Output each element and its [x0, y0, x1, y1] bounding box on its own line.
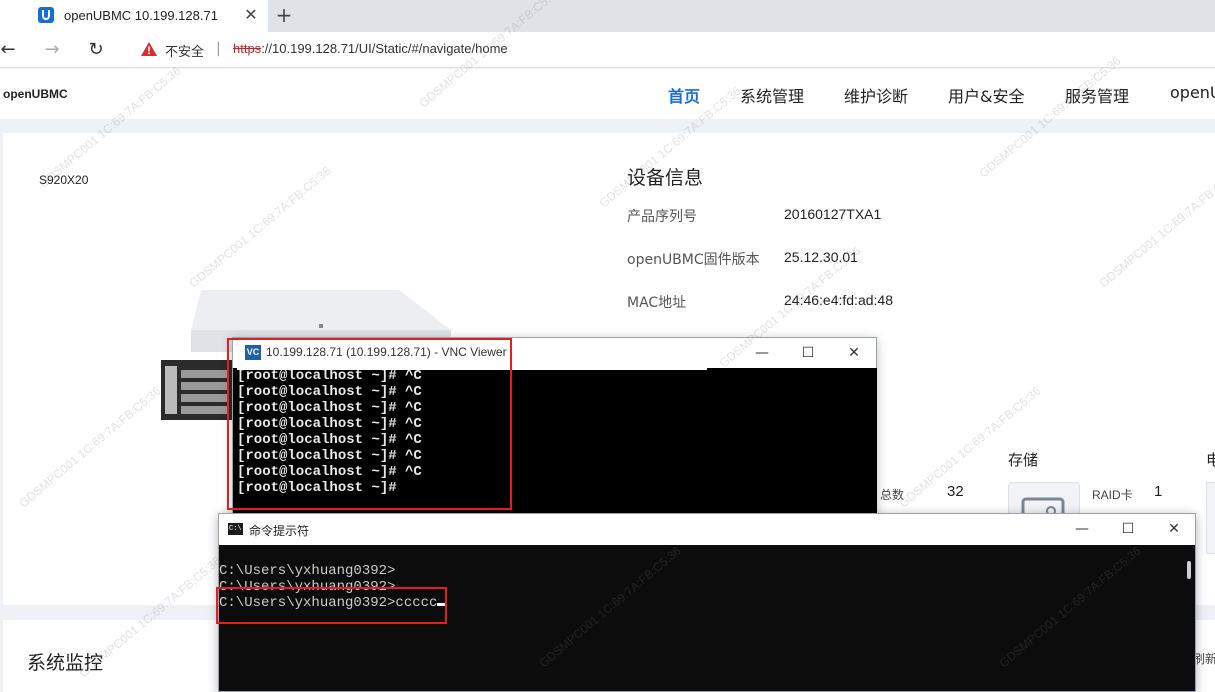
device-info-title: 设备信息: [627, 167, 704, 189]
cmd-app-icon: C:\: [228, 523, 243, 535]
cmd-terminal-line: C:\Users\yxhuang0392>: [219, 579, 396, 595]
total-label: 总数: [880, 488, 905, 502]
vnc-terminal-line: [root@localhost ~]#: [237, 480, 397, 496]
browser-tab[interactable]: openUBMC 10.199.128.71 ✕: [0, 0, 268, 32]
nav-openu[interactable]: openU: [1170, 83, 1215, 102]
cmd-minimize-button[interactable]: —: [1059, 514, 1105, 544]
vnc-close-button[interactable]: ✕: [831, 338, 877, 368]
cmd-terminal[interactable]: C:\Users\yxhuang0392> C:\Users\yxhuang03…: [219, 563, 1179, 691]
cmd-scrollbar[interactable]: [1183, 545, 1195, 691]
vnc-app-icon: VC: [245, 345, 261, 360]
cmd-current-input: C:\Users\yxhuang0392>ccccc: [219, 595, 438, 611]
raid-card-value: 1: [1154, 483, 1163, 500]
app-logo[interactable]: openUBMC: [3, 87, 68, 101]
system-monitor-title: 系统监控: [27, 652, 104, 674]
vnc-terminal-strip: [237, 368, 707, 370]
vnc-terminal-line: [root@localhost ~]# ^C: [237, 384, 422, 400]
nav-service-management[interactable]: 服务管理: [1065, 83, 1129, 107]
firmware-version-label: openUBMC固件版本: [627, 252, 760, 268]
divider: |: [216, 41, 221, 57]
cmd-titlebar[interactable]: C:\ 命令提示符 — ☐ ✕: [219, 514, 1195, 545]
vnc-terminal-line: [root@localhost ~]# ^C: [237, 400, 422, 416]
nav-home[interactable]: 首页: [668, 83, 700, 107]
serial-number-label: 产品序列号: [627, 209, 697, 225]
close-tab-icon[interactable]: ✕: [240, 4, 262, 26]
vnc-minimize-button[interactable]: —: [739, 338, 785, 368]
cmd-maximize-button[interactable]: ☐: [1105, 514, 1151, 544]
firmware-version-value: 25.12.30.01: [784, 249, 858, 265]
url-field[interactable]: https://10.199.128.71/UI/Static/#/naviga…: [233, 41, 508, 56]
vnc-terminal-line: [root@localhost ~]# ^C: [237, 448, 422, 464]
reload-icon[interactable]: ↻: [84, 38, 108, 62]
text-cursor: [437, 603, 447, 606]
insecure-label[interactable]: 不安全: [165, 41, 204, 60]
power-card[interactable]: [1206, 482, 1215, 554]
raid-card-label: RAID卡: [1092, 488, 1133, 502]
serial-number-value: 20160127TXA1: [784, 206, 882, 222]
cmd-window-title: 命令提示符: [249, 524, 310, 538]
nav-user-security[interactable]: 用户&安全: [948, 83, 1024, 107]
site-favicon-icon: [38, 7, 54, 23]
url-scheme: https: [233, 41, 262, 56]
nav-maintenance[interactable]: 维护诊断: [844, 83, 908, 107]
app-header: openUBMC 首页 系统管理 维护诊断 用户&安全 服务管理 openU: [0, 69, 1215, 119]
tab-title: openUBMC 10.199.128.71: [64, 8, 218, 23]
refresh-link[interactable]: 刷新: [1193, 650, 1215, 667]
address-bar: ← → ↻ 不安全 | https://10.199.128.71/UI/Sta…: [0, 32, 1215, 68]
mac-address-label: MAC地址: [627, 295, 687, 311]
vnc-titlebar[interactable]: VC 10.199.128.71 (10.199.128.71) - VNC V…: [233, 338, 876, 368]
power-title: 电: [1206, 451, 1215, 469]
browser-tab-bar: openUBMC 10.199.128.71 ✕ +: [0, 0, 1215, 32]
vnc-terminal-line: [root@localhost ~]# ^C: [237, 464, 422, 480]
back-arrow-icon[interactable]: ←: [0, 38, 20, 62]
vnc-viewer-window[interactable]: VC 10.199.128.71 (10.199.128.71) - VNC V…: [232, 337, 877, 528]
device-model: S920X20: [39, 173, 89, 187]
vnc-terminal-line: [root@localhost ~]# ^C: [237, 416, 422, 432]
nav-system-management[interactable]: 系统管理: [740, 83, 804, 107]
cmd-close-button[interactable]: ✕: [1151, 514, 1197, 544]
vnc-window-title: 10.199.128.71 (10.199.128.71) - VNC View…: [266, 345, 507, 359]
vnc-maximize-button[interactable]: ☐: [785, 338, 831, 368]
mac-address-value: 24:46:e4:fd:ad:48: [784, 292, 893, 308]
cmd-terminal-line: C:\Users\yxhuang0392>: [219, 563, 396, 579]
cmd-terminal-line: C:\Users\yxhuang0392>ccccc: [219, 595, 1179, 611]
warning-icon[interactable]: [140, 41, 158, 57]
vnc-terminal-line: [root@localhost ~]# ^C: [237, 432, 422, 448]
vnc-terminal[interactable]: [root@localhost ~]# ^C [root@localhost ~…: [237, 368, 877, 528]
vnc-terminal-line: [root@localhost ~]# ^C: [237, 368, 422, 384]
cmd-scroll-thumb[interactable]: [1187, 561, 1191, 579]
forward-arrow-icon[interactable]: →: [40, 38, 64, 62]
command-prompt-window[interactable]: C:\ 命令提示符 — ☐ ✕ C:\Users\yxhuang0392> C:…: [218, 513, 1196, 692]
new-tab-button[interactable]: +: [272, 3, 296, 27]
url-path: ://10.199.128.71/UI/Static/#/navigate/ho…: [261, 41, 508, 56]
storage-title: 存储: [1008, 451, 1039, 469]
total-value: 32: [947, 483, 964, 500]
